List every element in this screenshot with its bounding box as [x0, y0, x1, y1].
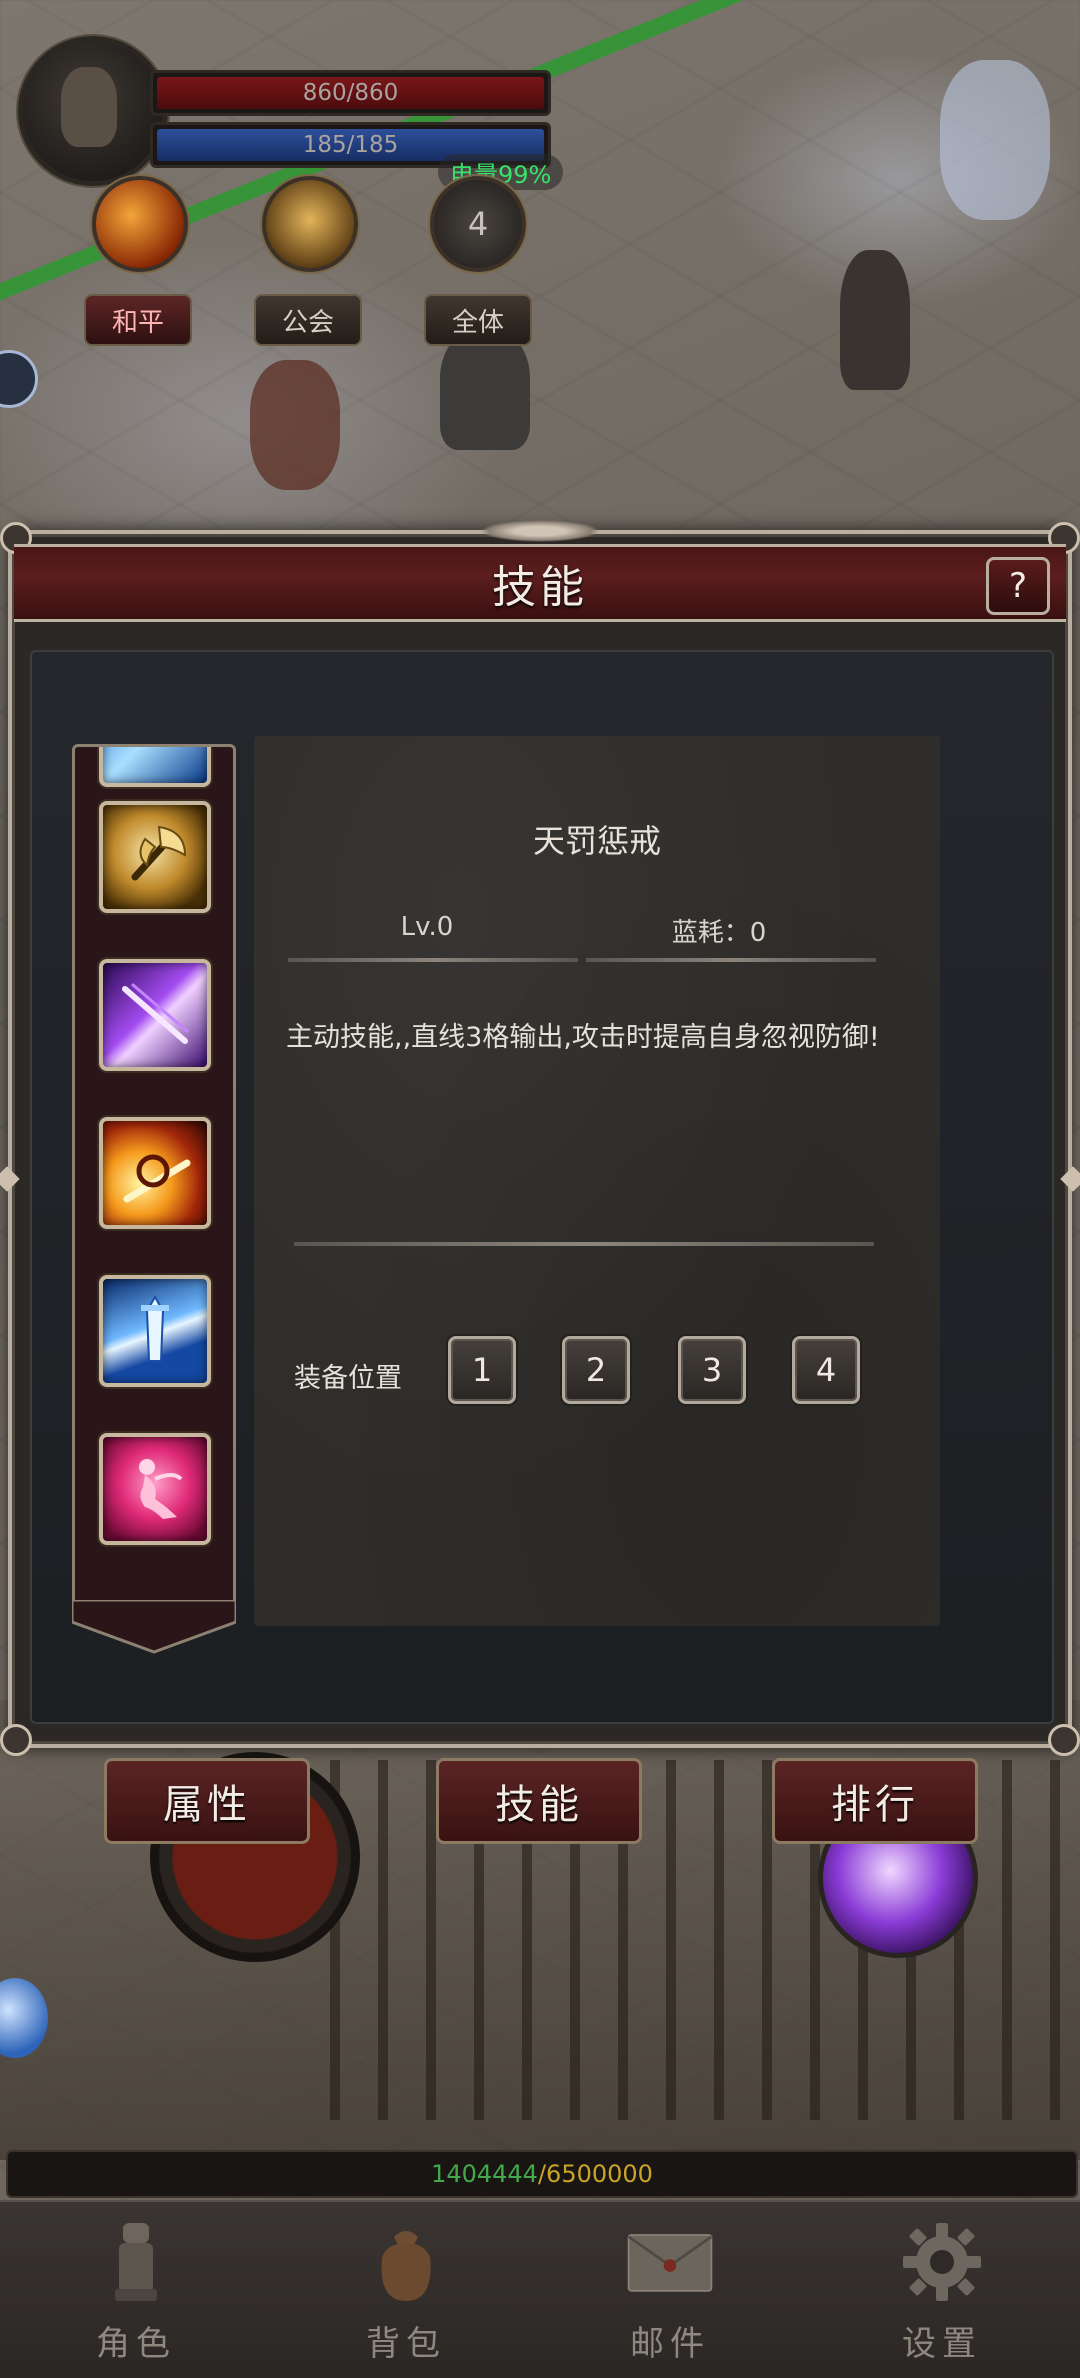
- exp-current: 1404444: [431, 2160, 538, 2188]
- npc-figure: [840, 250, 910, 390]
- gear-icon: [897, 2212, 987, 2312]
- mode-all-button[interactable]: 全体: [424, 294, 532, 346]
- fire-skill-button[interactable]: [92, 176, 188, 272]
- npc-figure: [250, 360, 340, 490]
- exp-separator: /: [537, 2160, 547, 2188]
- nav-label: 邮件: [630, 2324, 710, 2364]
- equip-position-label: 装备位置: [294, 1363, 402, 1394]
- bag-icon: [361, 2212, 451, 2312]
- hp-text: 860/860: [302, 80, 399, 106]
- divider: [294, 1242, 874, 1246]
- skill-description: 主动技能,,直线3格输出,攻击时提高自身忽视防御!: [286, 1022, 880, 1053]
- skill-list[interactable]: [72, 744, 236, 1610]
- skill-slot-golden-axe[interactable]: [99, 801, 211, 913]
- divider: [288, 958, 578, 962]
- tab-attributes[interactable]: 属性: [104, 1758, 310, 1844]
- skill-level: Lv.0: [400, 912, 454, 942]
- dialog-title: 技能: [492, 562, 588, 613]
- nav-mail[interactable]: 邮件: [580, 2212, 760, 2372]
- nav-label: 角色: [96, 2324, 176, 2364]
- exp-bar: 1404444 / 6500000: [6, 2150, 1078, 2198]
- nav-character[interactable]: 角色: [46, 2212, 226, 2372]
- skill-slot-ice-sword[interactable]: [99, 1275, 211, 1387]
- frame-corner: [1048, 1724, 1080, 1756]
- mail-icon: [625, 2212, 715, 2312]
- exp-max: 6500000: [546, 2160, 653, 2188]
- purple-blade-icon: [103, 963, 207, 1067]
- hotkey-count-button[interactable]: 4: [430, 176, 526, 272]
- mode-guild-button[interactable]: 公会: [254, 294, 362, 346]
- equip-slot-3-button[interactable]: 3: [678, 1336, 746, 1404]
- fire-strike-icon: [103, 1121, 207, 1225]
- golden-axe-icon: [103, 805, 207, 909]
- equip-slot-2-button[interactable]: 2: [562, 1336, 630, 1404]
- skill-name: 天罚惩戒: [532, 822, 661, 860]
- nav-label: 背包: [366, 2324, 446, 2364]
- frame-corner: [0, 1724, 32, 1756]
- skill-list-bottom-cap: [72, 1600, 236, 1654]
- ice-sword-icon: [103, 1279, 207, 1383]
- skill-detail-panel: 天罚惩戒 Lv.0 蓝耗：0 主动技能,,直线3格输出,攻击时提高自身忽视防御!…: [254, 736, 940, 1626]
- dialog-title-bar: 技能 ?: [14, 544, 1066, 622]
- hotkey-count: 4: [467, 205, 489, 243]
- skill-slot-pink-dancer[interactable]: [99, 1433, 211, 1545]
- tab-skills[interactable]: 技能: [436, 1758, 642, 1844]
- npc-figure: [440, 330, 530, 450]
- frame-ornament: [480, 520, 600, 542]
- nav-settings[interactable]: 设置: [852, 2212, 1032, 2372]
- skill-slot-fire-strike[interactable]: [99, 1117, 211, 1229]
- hp-bar: 860/860: [150, 70, 551, 116]
- nav-label: 设置: [902, 2324, 982, 2364]
- bottom-nav: 角色 背包 邮件 设置: [0, 2200, 1080, 2378]
- nav-bag[interactable]: 背包: [316, 2212, 496, 2372]
- player-avatar[interactable]: [18, 36, 168, 186]
- tab-ranking[interactable]: 排行: [772, 1758, 978, 1844]
- npc-figure: [940, 60, 1050, 220]
- skill-slot-purple-blade[interactable]: [99, 959, 211, 1071]
- equip-slot-4-button[interactable]: 4: [792, 1336, 860, 1404]
- help-button[interactable]: ?: [986, 557, 1050, 615]
- pink-dancer-icon: [103, 1437, 207, 1541]
- axe-skill-button[interactable]: [262, 176, 358, 272]
- dialog-content-panel: 天罚惩戒 Lv.0 蓝耗：0 主动技能,,直线3格输出,攻击时提高自身忽视防御!…: [30, 650, 1054, 1724]
- equip-slot-1-button[interactable]: 1: [448, 1336, 516, 1404]
- skill-mana-cost: 蓝耗：0: [671, 918, 767, 948]
- divider: [586, 958, 876, 962]
- ice-slash-icon: [103, 747, 207, 783]
- character-icon: [91, 2212, 181, 2312]
- skill-slot-ice-slash[interactable]: [99, 747, 211, 787]
- skill-dialog: 技能 ? 天罚惩戒 Lv.0 蓝耗：0 主动技能,,直线3格输出,攻击时提高自身…: [0, 520, 1080, 1756]
- mode-peace-button[interactable]: 和平: [84, 294, 192, 346]
